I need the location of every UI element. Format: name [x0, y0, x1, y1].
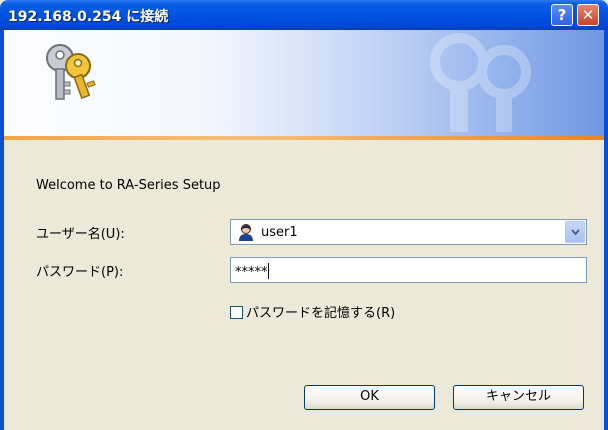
- password-field[interactable]: *****: [230, 257, 587, 283]
- window-title: 192.168.0.254 に接続: [8, 9, 169, 25]
- username-value: user1: [261, 225, 298, 240]
- welcome-message: Welcome to RA-Series Setup: [36, 178, 221, 193]
- window-border-right: [604, 30, 608, 430]
- title-bar[interactable]: 192.168.0.254 に接続 ? ✕: [0, 0, 608, 30]
- user-avatar-icon: [239, 224, 253, 241]
- header-banner: [4, 30, 604, 136]
- username-label: ユーザー名(U):: [36, 227, 125, 242]
- remember-password-checkbox[interactable]: [230, 306, 243, 319]
- login-dialog: 192.168.0.254 に接続 ? ✕ Welcome to RA-Seri…: [0, 0, 608, 430]
- text-caret: [267, 263, 269, 279]
- help-button[interactable]: ?: [551, 4, 573, 26]
- keys-icon: [46, 44, 96, 100]
- chevron-down-icon: [571, 229, 580, 236]
- remember-password-label: パスワードを記憶する(R): [246, 306, 396, 321]
- banner-accent-line: [4, 136, 604, 140]
- password-mask: *****: [235, 265, 268, 280]
- remember-password-option[interactable]: パスワードを記憶する(R): [230, 302, 395, 321]
- username-dropdown-button[interactable]: [565, 221, 585, 243]
- keys-watermark-icon: [430, 33, 531, 132]
- username-combobox[interactable]: user1: [230, 219, 587, 245]
- cancel-button[interactable]: キャンセル: [453, 385, 584, 410]
- ok-button[interactable]: OK: [304, 385, 435, 410]
- close-button[interactable]: ✕: [577, 4, 599, 26]
- password-value: *****: [235, 263, 269, 280]
- password-label: パスワード(P):: [36, 265, 124, 280]
